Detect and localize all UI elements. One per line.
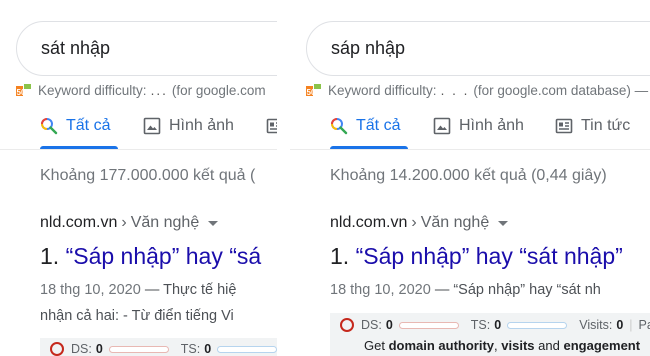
visits-value: 0: [616, 318, 624, 332]
result-date: 18 thg 10, 2020: [330, 282, 431, 298]
semrush-circle-icon: [340, 318, 354, 332]
news-icon: [555, 117, 573, 135]
promo-and: and: [538, 338, 560, 353]
seo-metrics-bar: DS: 0 TS: 0: [40, 338, 277, 356]
result-snippet: 18 thg 10, 2020 — “Sáp nhập” hay “sát nh: [330, 279, 601, 301]
result-site: nld.com.vn: [330, 214, 408, 231]
tab-news[interactable]: [266, 103, 277, 149]
result-title[interactable]: 1. “Sáp nhập” hay “sá: [40, 243, 261, 270]
ts-value: 0: [204, 342, 212, 356]
semrush-circle-icon: [50, 342, 64, 356]
result-breadcrumb[interactable]: nld.com.vn › Văn nghệ: [330, 214, 509, 232]
keyword-difficulty-suffix: (for google.com: [171, 83, 266, 98]
result-title[interactable]: 1. “Sáp nhập” hay “sát nhập”: [330, 243, 623, 270]
search-icon: [40, 117, 58, 135]
ts-bar: [217, 345, 277, 353]
promo-visits[interactable]: visits: [501, 338, 534, 353]
image-icon: [143, 117, 161, 135]
result-number: 1.: [330, 243, 350, 269]
result-path: Văn nghệ: [130, 214, 200, 231]
result-snippet-line2: nhận cả hai: - Từ điển tiếng Vi: [40, 305, 234, 327]
tab-all-label: Tất cả: [356, 117, 401, 134]
ts-label: TS:: [470, 318, 491, 332]
keyword-difficulty-bar: 50 Keyword difficulty: . . . (for google…: [305, 82, 648, 99]
result-title-link[interactable]: “Sáp nhập” hay “sát nhập”: [356, 243, 623, 269]
ts-bar: [507, 321, 568, 329]
tab-images[interactable]: Hình ảnh: [143, 103, 234, 149]
result-snippet-text-2: nhận cả hai: - Từ điển tiếng Vi: [40, 308, 234, 324]
ts-label: TS:: [180, 342, 201, 356]
tabs-divider: [290, 149, 650, 150]
semrush-logo-icon: 50: [305, 82, 322, 99]
keyword-difficulty-label: Keyword difficulty:: [38, 83, 147, 98]
result-site: nld.com.vn: [40, 214, 118, 231]
left-search-pane: sát nhập 50 Keyword difficulty: ... (for…: [0, 0, 277, 356]
search-input[interactable]: sát nhập: [16, 21, 277, 76]
tab-all[interactable]: Tất cả: [330, 103, 408, 149]
tab-images-label: Hình ảnh: [459, 117, 524, 134]
keyword-difficulty-bar: 50 Keyword difficulty: ... (for google.c…: [15, 82, 266, 99]
result-title-link[interactable]: “Sáp nhập” hay “sá: [66, 243, 262, 269]
right-search-pane: sáp nhập 50 Keyword difficulty: . . . (f…: [290, 0, 650, 356]
ds-bar: [108, 345, 169, 353]
metrics-divider: |: [629, 318, 633, 332]
search-input[interactable]: sáp nhập: [306, 21, 650, 76]
result-stats: Khoảng 14.200.000 kết quả (0,44 giây): [330, 167, 607, 184]
ds-label: DS:: [71, 342, 92, 356]
pa-label: Pa: [638, 318, 650, 332]
chevron-down-icon[interactable]: [208, 220, 219, 226]
tab-all[interactable]: Tất cả: [40, 103, 118, 149]
tab-images-label: Hình ảnh: [169, 117, 234, 134]
tab-news[interactable]: Tin tức: [555, 103, 630, 149]
news-icon: [266, 117, 277, 135]
keyword-difficulty-value: ...: [150, 83, 168, 98]
breadcrumb-separator: ›: [411, 214, 417, 231]
ts-value: 0: [494, 318, 502, 332]
promo-domain-authority[interactable]: domain authority: [389, 338, 494, 353]
svg-text:50: 50: [307, 88, 316, 97]
pane-separator: [277, 0, 290, 356]
promo-get: Get: [364, 338, 385, 353]
result-snippet-text: — “Sáp nhập” hay “sát nh: [430, 282, 601, 298]
result-date: 18 thg 10, 2020: [40, 282, 141, 298]
keyword-difficulty-value: . . .: [440, 83, 470, 98]
result-path: Văn nghệ: [420, 214, 490, 231]
seo-metrics-bar: DS:0 TS:0 Visits:0 | Pa Get domain autho…: [330, 313, 650, 356]
semrush-logo-icon: 50: [15, 82, 32, 99]
ds-bar: [398, 321, 459, 329]
chevron-down-icon[interactable]: [498, 220, 509, 226]
seo-metrics-row: DS:0 TS:0 Visits:0 | Pa: [340, 318, 650, 332]
image-icon: [433, 117, 451, 135]
ds-label: DS:: [361, 318, 382, 332]
result-snippet-text: — Thực tế hiệ: [140, 282, 237, 298]
seo-promo-row: Get domain authority, visits and engagem…: [364, 338, 640, 353]
result-number: 1.: [40, 243, 60, 269]
tab-images[interactable]: Hình ảnh: [433, 103, 524, 149]
svg-text:50: 50: [17, 88, 26, 97]
tab-all-label: Tất cả: [66, 117, 111, 134]
keyword-difficulty-label: Keyword difficulty:: [328, 83, 437, 98]
breadcrumb-separator: ›: [121, 214, 127, 231]
ds-value: 0: [385, 318, 393, 332]
search-icon: [330, 117, 348, 135]
seo-metrics-row: DS: 0 TS: 0: [50, 342, 277, 356]
tabs-divider: [0, 149, 277, 150]
promo-comma: ,: [494, 338, 498, 353]
promo-engagement[interactable]: engagement: [564, 338, 641, 353]
keyword-difficulty-suffix: (for google.com database) —: [473, 83, 649, 98]
visits-label: Visits:: [579, 318, 613, 332]
result-stats: Khoảng 177.000.000 kết quả (: [40, 167, 256, 184]
result-snippet: 18 thg 10, 2020 — Thực tế hiệ: [40, 279, 236, 301]
result-breadcrumb[interactable]: nld.com.vn › Văn nghệ: [40, 214, 219, 232]
tab-news-label: Tin tức: [581, 117, 631, 134]
ds-value: 0: [95, 342, 103, 356]
